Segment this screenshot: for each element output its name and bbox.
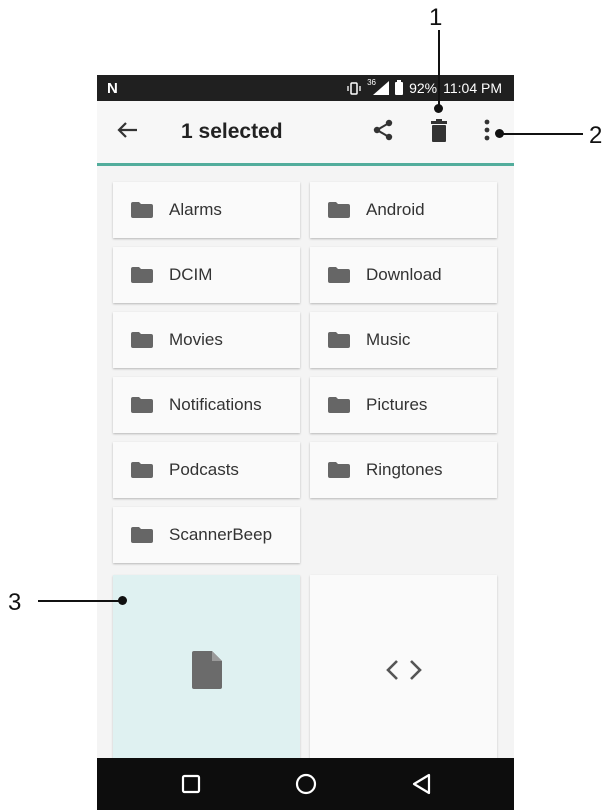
folder-icon — [328, 397, 350, 413]
code-icon — [386, 660, 422, 680]
folder-label: Android — [366, 200, 425, 219]
recents-square-icon[interactable] — [179, 772, 203, 796]
callout-2-line — [500, 133, 583, 135]
callout-1-number: 1 — [429, 4, 443, 31]
battery-icon — [395, 79, 404, 95]
folder-label: Movies — [169, 330, 223, 349]
folder-icon — [131, 202, 153, 218]
callout-1-dot — [434, 104, 443, 113]
device-screen: N 36 92% 11:04 PM 1 selected Alarms Andr… — [97, 75, 514, 810]
document-icon — [192, 651, 222, 689]
trash-icon[interactable] — [428, 119, 450, 143]
folder-tile-alarms[interactable]: Alarms — [113, 182, 300, 238]
notification-icon: N — [107, 80, 118, 97]
folder-label: Podcasts — [169, 460, 239, 479]
status-bar: N 36 92% 11:04 PM — [97, 75, 514, 101]
folder-icon — [328, 267, 350, 283]
callout-1-line — [438, 30, 440, 108]
folder-icon — [131, 267, 153, 283]
file-tile-selected[interactable] — [113, 575, 300, 765]
callout-3-line — [38, 600, 122, 602]
folder-label: Ringtones — [366, 460, 443, 479]
selection-toolbar: 1 selected — [97, 101, 514, 166]
folder-icon — [328, 332, 350, 348]
folder-tile-dcim[interactable]: DCIM — [113, 247, 300, 303]
folder-label: Notifications — [169, 395, 262, 414]
callout-2-dot — [495, 129, 504, 138]
folder-tile-pictures[interactable]: Pictures — [310, 377, 497, 433]
back-triangle-icon[interactable] — [410, 772, 434, 796]
folder-label: DCIM — [169, 265, 213, 284]
folder-icon — [328, 462, 350, 478]
folder-label: ScannerBeep — [169, 525, 273, 544]
folder-icon — [131, 332, 153, 348]
folder-label: Download — [366, 265, 442, 284]
folder-icon — [328, 202, 350, 218]
folder-tile-notifications[interactable]: Notifications — [113, 377, 300, 433]
share-icon[interactable] — [371, 118, 395, 142]
battery-percent: 92% — [409, 80, 438, 96]
more-options-icon[interactable] — [477, 118, 497, 142]
folder-icon — [131, 527, 153, 543]
vibrate-icon — [347, 81, 361, 95]
callout-3-number: 3 — [8, 589, 22, 616]
folder-tile-movies[interactable]: Movies — [113, 312, 300, 368]
folder-label: Pictures — [366, 395, 428, 414]
callout-3-dot — [118, 596, 127, 605]
folder-tile-ringtones[interactable]: Ringtones — [310, 442, 497, 498]
selection-count-title: 1 selected — [181, 120, 283, 143]
folder-tile-android[interactable]: Android — [310, 182, 497, 238]
signal-icon: 36 — [367, 78, 390, 95]
folder-tile-music[interactable]: Music — [310, 312, 497, 368]
navigation-bar — [97, 758, 514, 810]
folder-icon — [131, 462, 153, 478]
folder-tile-scannerbeep[interactable]: ScannerBeep — [113, 507, 300, 563]
file-tile-code[interactable] — [310, 575, 497, 765]
folder-label: Alarms — [169, 200, 222, 219]
back-arrow-icon[interactable] — [115, 117, 141, 143]
folder-label: Music — [366, 330, 411, 349]
home-circle-icon[interactable] — [294, 772, 318, 796]
folder-tile-podcasts[interactable]: Podcasts — [113, 442, 300, 498]
folder-icon — [131, 397, 153, 413]
callout-2-number: 2 — [589, 122, 603, 149]
clock: 11:04 PM — [443, 80, 502, 96]
folder-tile-download[interactable]: Download — [310, 247, 497, 303]
